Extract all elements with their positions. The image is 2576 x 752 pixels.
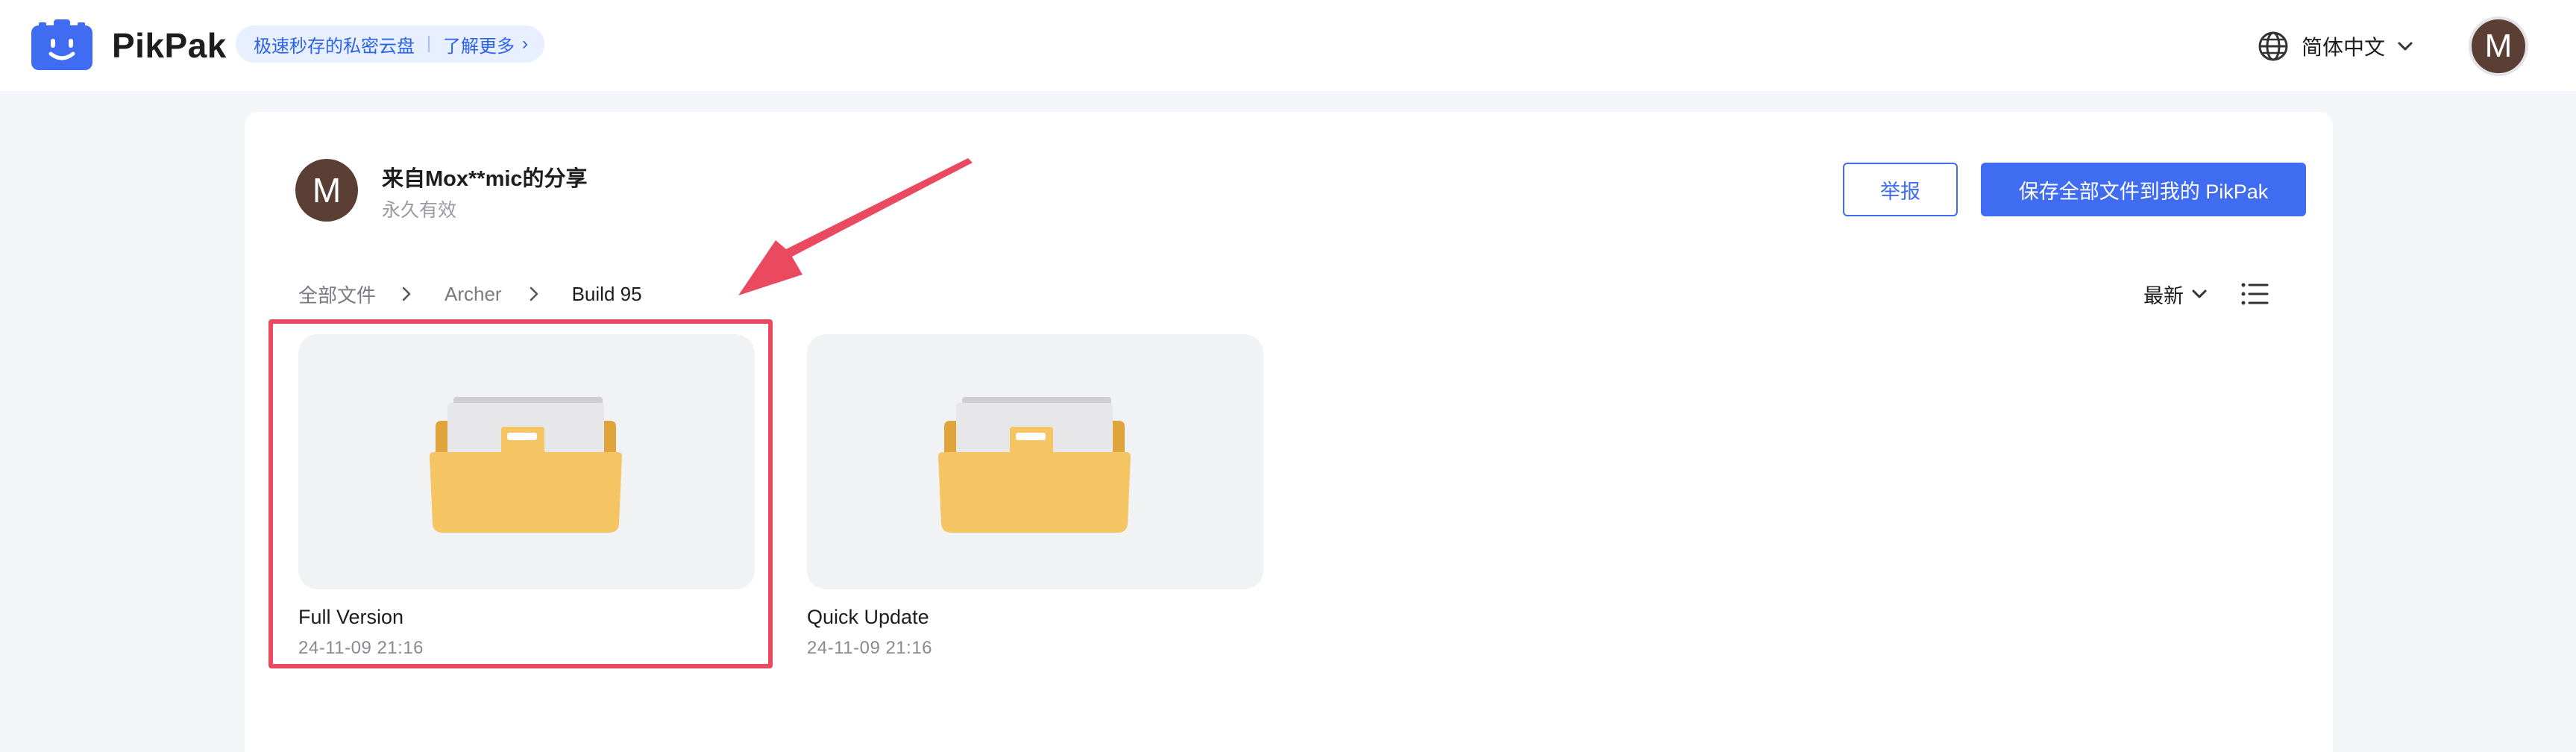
chevron-right-icon — [402, 286, 411, 301]
chevron-down-icon — [2192, 289, 2207, 298]
language-label: 简体中文 — [2302, 36, 2386, 59]
folder-thumbnail[interactable] — [807, 334, 1263, 589]
annotation-highlight-box — [268, 319, 773, 668]
brand-name[interactable]: PikPak — [112, 25, 227, 66]
promo-text: 极速秒存的私密云盘 — [254, 36, 415, 57]
globe-icon — [2258, 31, 2288, 61]
promo-banner[interactable]: 极速秒存的私密云盘 了解更多 › — [236, 25, 544, 63]
language-switcher[interactable]: 简体中文 — [2257, 28, 2415, 64]
breadcrumb-item-archer[interactable]: Archer — [444, 283, 502, 306]
folder-date: 24-11-09 21:16 — [807, 638, 933, 658]
list-view-icon[interactable] — [2240, 281, 2269, 307]
annotation-arrow-icon — [738, 158, 973, 295]
sharer-avatar: M — [295, 159, 358, 222]
top-nav-bar: PikPak 极速秒存的私密云盘 了解更多 › 简体中文 M — [0, 0, 2576, 91]
breadcrumb-item-current: Build 95 — [571, 282, 642, 305]
save-all-button[interactable]: 保存全部文件到我的 PikPak — [1981, 163, 2306, 216]
share-validity: 永久有效 — [382, 200, 457, 221]
report-button[interactable]: 举报 — [1843, 163, 1958, 216]
folder-item-quick-update[interactable]: Quick Update 24-11-09 21:16 — [807, 334, 1263, 659]
promo-divider — [428, 36, 430, 52]
breadcrumb: 全部文件 Archer Build 95 — [298, 279, 642, 309]
user-avatar[interactable]: M — [2469, 16, 2528, 76]
sort-label: 最新 — [2143, 284, 2184, 307]
chevron-right-icon — [530, 286, 538, 301]
folder-name[interactable]: Quick Update — [807, 606, 1263, 629]
chevron-right-icon: › — [522, 34, 528, 54]
breadcrumb-item-all-files[interactable]: 全部文件 — [298, 281, 376, 308]
promo-learn-more-link[interactable]: 了解更多 — [443, 31, 515, 57]
folder-icon — [938, 397, 1131, 533]
share-title: 来自Mox**mic的分享 — [382, 167, 588, 191]
sort-dropdown[interactable]: 最新 — [2143, 279, 2209, 309]
pikpak-logo-icon[interactable] — [31, 19, 92, 70]
chevron-down-icon — [2398, 42, 2413, 51]
